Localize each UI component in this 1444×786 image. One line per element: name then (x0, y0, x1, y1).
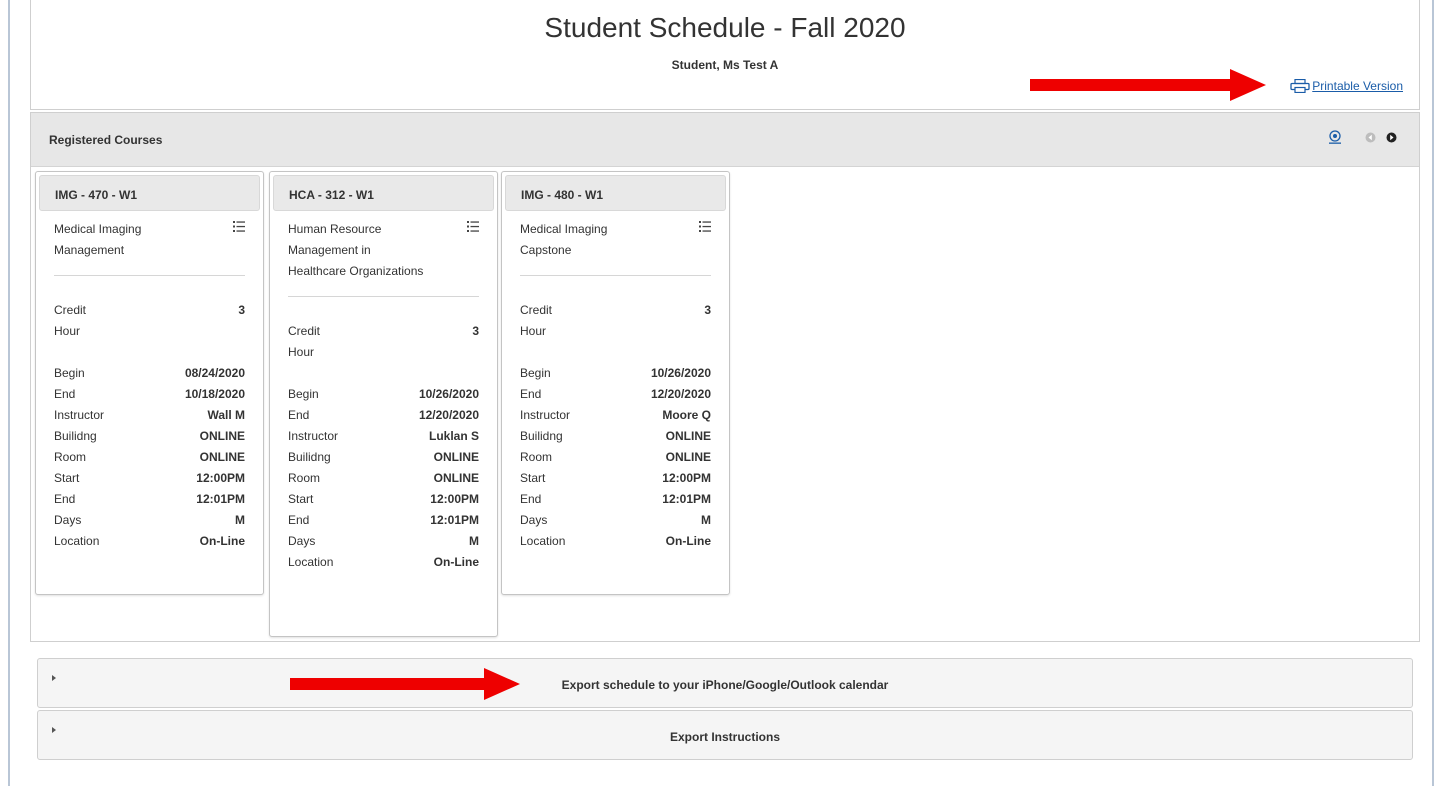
export-instructions-accordion[interactable]: Export Instructions (37, 710, 1413, 760)
detail-row: Room ONLINE (520, 450, 711, 464)
detail-row: Builidng ONLINE (54, 429, 245, 443)
detail-row: Location On-Line (520, 534, 711, 548)
detail-row: Start 12:00PM (288, 492, 479, 506)
detail-row: Days M (520, 513, 711, 527)
course-card: IMG - 470 - W1 Medical Imaging Managemen… (35, 171, 264, 595)
carousel-controls (1329, 130, 1397, 144)
detail-row: Days M (288, 534, 479, 548)
credit-hour-label: Credit Hour (54, 303, 87, 338)
course-title: Human Resource Management in Healthcare … (288, 222, 424, 278)
course-card: HCA - 312 - W1 Human Resource Management… (269, 171, 498, 637)
registered-courses-title: Registered Courses (49, 133, 163, 147)
detail-row: End 12:01PM (54, 492, 245, 506)
detail-row: Days M (54, 513, 245, 527)
credit-hour-value: 3 (704, 303, 711, 317)
detail-row: Instructor Moore Q (520, 408, 711, 422)
printable-version-link[interactable]: Printable Version (1290, 79, 1403, 93)
detail-row: Instructor Wall M (54, 408, 245, 422)
registered-courses-panel: Registered Courses IMG - 470 - W1 Medica… (30, 112, 1420, 642)
previous-arrow-icon[interactable] (1365, 132, 1376, 143)
detail-row: Begin 10/26/2020 (520, 366, 711, 380)
printer-icon (1290, 79, 1310, 93)
export-calendar-label: Export schedule to your iPhone/Google/Ou… (561, 678, 889, 692)
detail-row: Location On-Line (288, 555, 479, 569)
detail-row: Start 12:00PM (54, 471, 245, 485)
detail-row: Location On-Line (54, 534, 245, 548)
detail-row: Builidng ONLINE (520, 429, 711, 443)
page-title: Student Schedule - Fall 2020 (544, 12, 906, 43)
detail-row: End 12/20/2020 (288, 408, 479, 422)
detail-row: Begin 10/26/2020 (288, 387, 479, 401)
course-card: IMG - 480 - W1 Medical Imaging Capstone … (501, 171, 730, 595)
export-instructions-label: Export Instructions (669, 730, 780, 744)
course-code: IMG - 480 - W1 (505, 175, 726, 211)
export-calendar-accordion[interactable]: Export schedule to your iPhone/Google/Ou… (37, 658, 1413, 708)
list-details-icon[interactable] (233, 221, 245, 232)
list-details-icon[interactable] (699, 221, 711, 232)
next-arrow-icon[interactable] (1386, 132, 1397, 143)
detail-row: Start 12:00PM (520, 471, 711, 485)
detail-row: End 10/18/2020 (54, 387, 245, 401)
annotation-arrow-export (290, 668, 520, 700)
annotation-arrow-printable (1030, 69, 1266, 101)
course-title: Medical Imaging Capstone (520, 222, 608, 257)
detail-row: Room ONLINE (288, 471, 479, 485)
detail-row: Room ONLINE (54, 450, 245, 464)
detail-row: End 12:01PM (288, 513, 479, 527)
list-details-icon[interactable] (467, 221, 479, 232)
credit-hour-value: 3 (238, 303, 245, 317)
credit-hour-label: Credit Hour (520, 303, 553, 338)
target-icon[interactable] (1329, 130, 1341, 144)
credit-hour-value: 3 (472, 324, 479, 338)
printable-version-label: Printable Version (1312, 79, 1403, 93)
detail-row: Builidng ONLINE (288, 450, 479, 464)
registered-courses-header: Registered Courses (31, 113, 1419, 167)
right-border (1432, 0, 1434, 786)
detail-row: Begin 08/24/2020 (54, 366, 245, 380)
detail-row: Instructor Luklan S (288, 429, 479, 443)
detail-row: End 12/20/2020 (520, 387, 711, 401)
left-border (8, 0, 10, 786)
detail-row: End 12:01PM (520, 492, 711, 506)
course-code: IMG - 470 - W1 (39, 175, 260, 211)
credit-hour-label: Credit Hour (288, 324, 321, 359)
course-code: HCA - 312 - W1 (273, 175, 494, 211)
course-title: Medical Imaging Management (54, 222, 142, 257)
